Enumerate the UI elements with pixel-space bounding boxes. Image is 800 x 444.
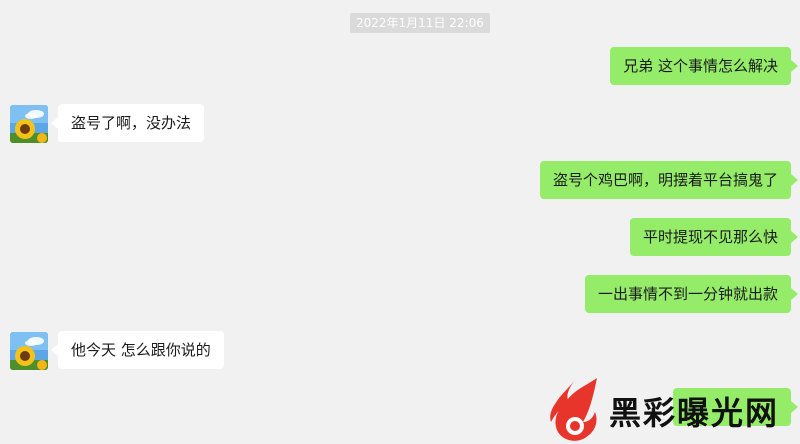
watermark: 黑彩曝光网 [545,376,800,444]
outgoing-message[interactable]: 兄弟 这个事情怎么解决 [610,47,798,85]
incoming-message[interactable]: 盗号了啊，没办法 [50,104,205,142]
flame-logo-icon [550,378,597,441]
contact-avatar[interactable] [10,105,48,143]
message-timestamp: 2022年1月11日 22:06 [350,13,490,33]
incoming-message[interactable]: 他今天 怎么跟你说的 [51,331,224,369]
chat-window: 2022年1月11日 22:06 兄弟 这个事情怎么解决 盗号了啊，没办法 盗号… [0,0,800,444]
outgoing-message[interactable]: 平时提现不见那么快 [629,218,799,256]
outgoing-message[interactable]: 盗号个鸡巴啊，明摆着平台搞鬼了 [539,161,799,199]
sunflower-avatar-icon [10,105,48,143]
sunflower-avatar-icon [10,332,48,370]
outgoing-message[interactable]: 一出事情不到一分钟就出款 [584,275,799,313]
contact-avatar[interactable] [10,332,48,370]
watermark-text: 黑彩曝光网 [609,394,780,432]
